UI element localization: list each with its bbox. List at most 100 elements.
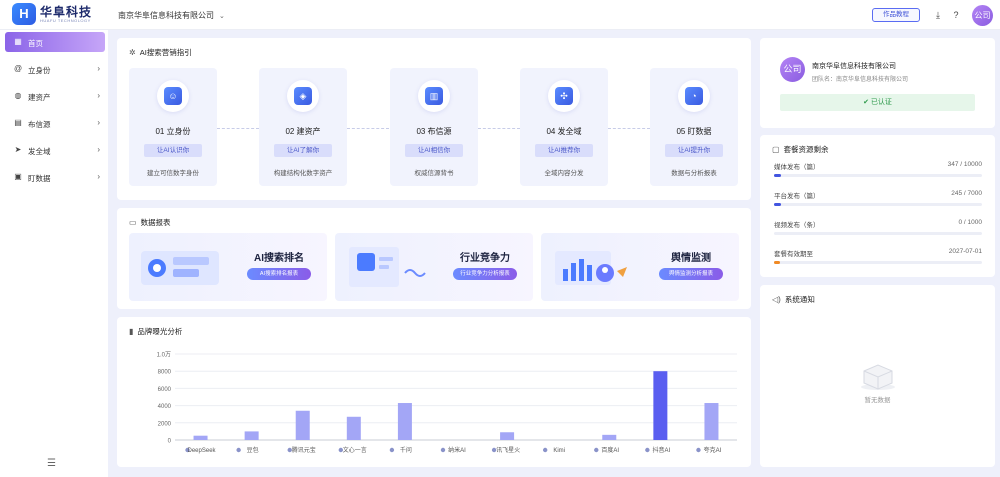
help-icon[interactable]: ? <box>950 9 962 21</box>
collapse-sidebar-icon[interactable]: ☰ <box>47 458 56 469</box>
platform-icon <box>594 447 599 453</box>
quota-progress-fill <box>774 261 781 264</box>
platform-icon <box>645 447 650 453</box>
step-button[interactable]: 让AI相信你 <box>405 144 463 157</box>
report-tile[interactable]: 舆情监测 舆情监测分析报表 <box>541 233 739 301</box>
download-icon[interactable]: ⤓ <box>932 9 944 21</box>
bar <box>653 371 668 440</box>
quota-label: 视频发布（条） <box>774 222 820 229</box>
y-tick-label: 1.0万 <box>157 352 171 359</box>
chevron-right-icon: › <box>97 172 100 181</box>
company-selector[interactable]: 南京华阜信息科技有限公司 ⌄ <box>118 10 225 21</box>
step-connector <box>478 128 520 129</box>
step-button[interactable]: 让AI推荐你 <box>535 144 593 157</box>
step-icon-wrap: ◈ <box>287 80 319 112</box>
y-tick-label: 0 <box>168 439 172 445</box>
chevron-right-icon: › <box>97 145 100 154</box>
report-button[interactable]: 舆情监测分析报表 <box>659 268 723 280</box>
guide-card: ✲ AI搜索营销指引 ☺ 01 立身份 让AI认识你 建立可信数字身份 ◈ 02 … <box>117 38 751 200</box>
bar <box>193 435 208 440</box>
quota-value: 347 / 10000 <box>947 161 982 168</box>
report-button[interactable]: AI搜索排名报表 <box>247 268 311 280</box>
sidebar-item-data[interactable]: ▣ 盯数据 › <box>5 167 105 187</box>
chevron-right-icon: › <box>97 91 100 100</box>
logo-icon[interactable]: H <box>12 3 36 25</box>
top-bar: H 华阜科技 HUAFU TECHNOLOGY 南京华阜信息科技有限公司 ⌄ 作品… <box>0 0 1000 30</box>
sidebar-item-distribute[interactable]: ➤ 发全域 › <box>5 140 105 160</box>
sidebar-item-home[interactable]: ▦ 首页 <box>5 32 105 52</box>
chart-board-icon: ▥ <box>425 87 443 105</box>
x-tick-label: DeepSeek <box>188 448 217 454</box>
tutorial-button[interactable]: 作品教程 <box>872 8 920 22</box>
quota-progress-track <box>774 261 982 264</box>
ranking-illustration <box>141 251 219 285</box>
report-title: AI搜索排名 <box>254 253 304 264</box>
step-button[interactable]: 让AI提升你 <box>665 144 723 157</box>
y-tick-label: 6000 <box>158 387 172 393</box>
chevron-right-icon: › <box>97 64 100 73</box>
guide-step: ☺ 01 立身份 让AI认识你 建立可信数字身份 <box>129 68 217 186</box>
sidebar-item-identity[interactable]: @ 立身份 › <box>5 59 105 79</box>
platform-icon <box>696 447 701 453</box>
brand-exposure-card: ▮ 品牌曝光分析 0 2000 4000 6000 8000 1.0万 DeepSeek 豆包腾… <box>117 317 751 467</box>
notice-title: ◁) 系统通知 <box>772 295 815 304</box>
quota-progress-track <box>774 203 982 206</box>
step-title: 01 立身份 <box>155 127 191 136</box>
x-tick-label: 千问 <box>400 446 412 454</box>
user-avatar[interactable]: 公司 <box>972 5 993 26</box>
x-tick-label: 夸克AI <box>704 446 722 454</box>
step-desc: 数据与分析报表 <box>671 170 717 177</box>
sidebar-item-assets[interactable]: ◍ 建资产 › <box>5 86 105 106</box>
bar <box>704 403 719 440</box>
platform-icon <box>440 447 446 453</box>
step-button[interactable]: 让AI认识你 <box>144 144 202 157</box>
x-tick-label: 文心一言 <box>343 446 367 454</box>
x-tick-label: 纳米AI <box>448 446 466 454</box>
x-tick-label: 抖音AI <box>653 446 671 454</box>
sidebar-item-label: 发全域 <box>28 147 51 156</box>
platform-icon <box>236 447 241 453</box>
empty-box-icon <box>861 364 895 390</box>
sidebar-item-label: 建资产 <box>28 93 51 102</box>
sidebar-item-sources[interactable]: ▤ 布信源 › <box>5 113 105 133</box>
x-tick-label: Kimi <box>553 448 565 454</box>
bar <box>244 431 259 440</box>
signal-icon: ◍ <box>14 91 22 100</box>
network-icon: ✣ <box>555 87 573 105</box>
report-tile[interactable]: 行业竞争力 行业竞争力分析报表 <box>335 233 533 301</box>
quota-progress-track <box>774 174 982 177</box>
exposure-chart: 0 2000 4000 6000 8000 1.0万 DeepSeek 豆包 腾讯元宝 文心一言 千… <box>157 352 737 454</box>
sidebar-item-label: 布信源 <box>28 120 51 129</box>
bar <box>295 410 310 440</box>
speaker-icon: ◁) <box>772 295 781 304</box>
report-icon: ▭ <box>129 218 137 227</box>
report-title: 行业竞争力 <box>460 253 510 264</box>
x-tick-label: 百度AI <box>601 446 619 454</box>
guide-step: ◔ 05 盯数据 让AI提升你 数据与分析报表 <box>650 68 738 186</box>
company-selector-label: 南京华阜信息科技有限公司 <box>118 11 214 20</box>
pie-chart-icon: ◔ <box>685 87 703 105</box>
step-desc: 建立可信数字身份 <box>147 170 199 177</box>
empty-text: 暂无数据 <box>864 397 891 404</box>
step-icon-wrap: ☺ <box>157 80 189 112</box>
step-button[interactable]: 让AI了解你 <box>274 144 332 157</box>
report-tile[interactable]: AI搜索排名 AI搜索排名报表 <box>129 233 327 301</box>
competition-illustration <box>349 247 426 287</box>
bar <box>602 434 617 440</box>
guide-title: ✲ AI搜索营销指引 <box>129 48 192 57</box>
package-icon: ▢ <box>772 145 780 154</box>
platform-icon <box>542 447 548 453</box>
quota-progress-fill <box>774 203 782 206</box>
sidebar-item-label: 立身份 <box>28 66 51 75</box>
report-title: 舆情监测 <box>671 253 711 264</box>
verified-badge: ✔ 已认证 <box>780 94 975 111</box>
check-circle-icon: ✔ <box>863 99 871 106</box>
chevron-right-icon: › <box>97 118 100 127</box>
report-button[interactable]: 行业竞争力分析报表 <box>453 268 517 280</box>
tutorial-label: 作品教程 <box>883 11 909 18</box>
profile-card: 公司 南京华阜信息科技有限公司 团队名：南京华阜信息科技有限公司 ✔ 已认证 <box>760 38 995 128</box>
company-avatar: 公司 <box>780 57 805 82</box>
sidebar-item-label: 首页 <box>28 39 43 48</box>
monitoring-illustration <box>555 251 627 285</box>
reports-card: ▭ 数据报表 AI搜索排名 AI搜索排名报表 行业竞争力 行业竞争力分析报表 舆… <box>117 208 751 309</box>
